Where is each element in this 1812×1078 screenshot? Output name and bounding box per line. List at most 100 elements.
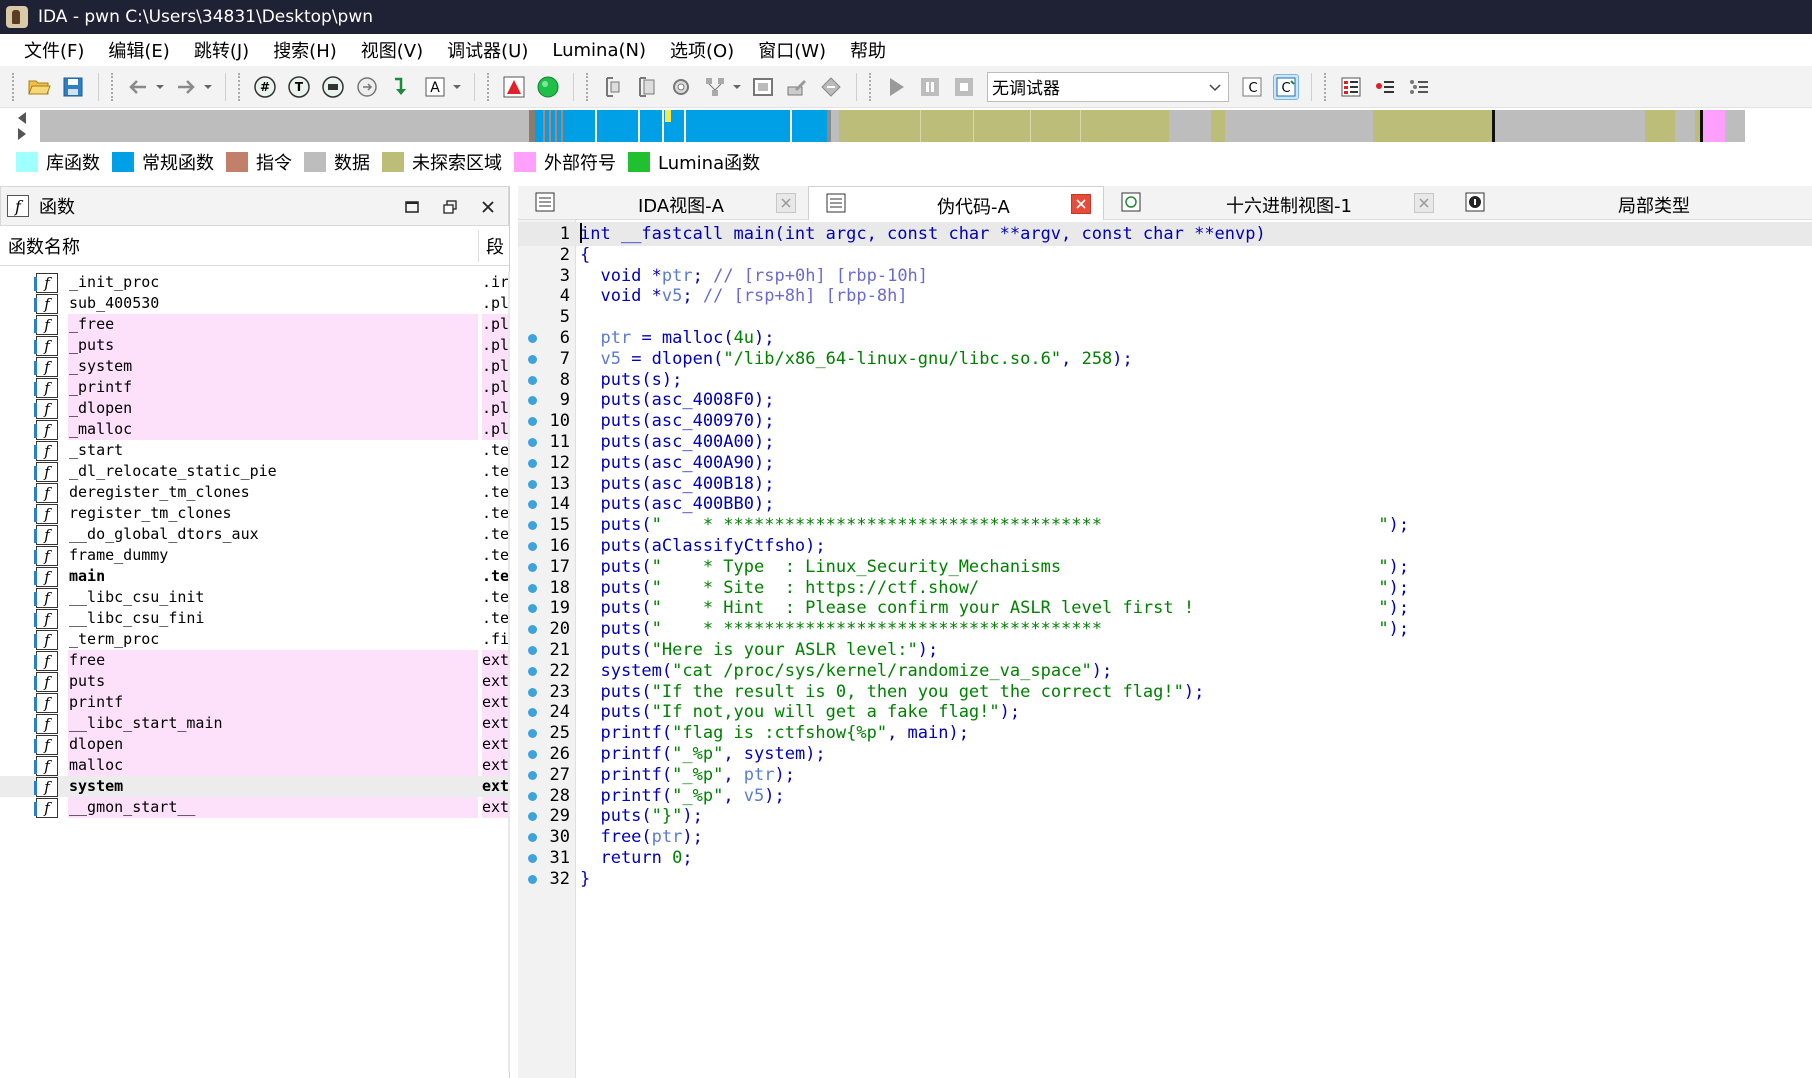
pseudocode-c-icon[interactable]: C <box>1273 73 1299 100</box>
toolbar-grip[interactable] <box>238 72 242 101</box>
diamond-icon[interactable] <box>818 74 844 100</box>
function-row[interactable]: f _puts .pl <box>0 335 510 356</box>
hex-number-icon[interactable]: # <box>252 74 278 100</box>
breakpoint-dot-icon[interactable] <box>528 354 537 364</box>
struct-icon-2[interactable] <box>634 74 660 100</box>
tab-pseudocode-a[interactable]: 伪代码-A <box>808 186 1104 220</box>
tab-close-icon[interactable] <box>1071 194 1091 214</box>
breakpoint-list-icon[interactable] <box>1338 74 1364 100</box>
toolbar-grip[interactable] <box>1324 72 1328 101</box>
tab-close-icon[interactable] <box>1414 193 1434 213</box>
tab-close-icon[interactable] <box>776 193 796 213</box>
graph-dropdown-icon[interactable] <box>732 74 742 100</box>
function-row[interactable]: f deregister_tm_clones .te <box>0 482 510 503</box>
patch-icon[interactable] <box>784 74 810 100</box>
function-row[interactable]: f _printf .pl <box>0 377 510 398</box>
jump-down-icon[interactable] <box>388 74 414 100</box>
menu-search[interactable]: 搜索(H) <box>261 37 349 63</box>
breakpoint-dot-icon[interactable] <box>528 417 537 427</box>
breakpoint-dot-icon[interactable] <box>528 458 537 468</box>
gear-struct-icon[interactable] <box>668 74 694 100</box>
menu-help[interactable]: 帮助 <box>838 37 898 63</box>
toolbar-grip[interactable] <box>12 72 16 101</box>
back-dropdown-icon[interactable] <box>155 74 165 100</box>
pause-icon[interactable] <box>917 74 943 100</box>
graph-nodes-icon[interactable] <box>702 74 728 100</box>
breakpoint-dot-icon[interactable] <box>528 583 537 593</box>
float-window-icon[interactable] <box>436 195 464 219</box>
struct-icon-1[interactable] <box>600 74 626 100</box>
function-row[interactable]: f _start .te <box>0 440 510 461</box>
font-a-icon[interactable]: A <box>422 74 448 100</box>
function-row[interactable]: f _free .pl <box>0 314 510 335</box>
toolbar-grip[interactable] <box>586 72 590 101</box>
function-row[interactable]: f _dlopen .pl <box>0 398 510 419</box>
back-arrow-icon[interactable] <box>125 74 151 100</box>
breakpoint-dot-icon[interactable] <box>528 791 537 801</box>
nav-scroll-arrows[interactable] <box>16 110 30 142</box>
functions-scrollbar[interactable] <box>508 272 510 1072</box>
breakpoint-dot-icon[interactable] <box>528 729 537 739</box>
function-row[interactable]: f dlopen ext <box>0 734 510 755</box>
breakpoint-dot-icon[interactable] <box>528 625 537 635</box>
function-row[interactable]: f _init_proc .ir <box>0 272 510 293</box>
forward-dropdown-icon[interactable] <box>203 74 213 100</box>
function-row[interactable]: f printf ext <box>0 692 510 713</box>
function-row[interactable]: f _term_proc .fi <box>0 629 510 650</box>
function-row[interactable]: f frame_dummy .te <box>0 545 510 566</box>
maximize-icon[interactable] <box>398 195 426 219</box>
menu-debugger[interactable]: 调试器(U) <box>435 37 540 63</box>
function-row[interactable]: f system ext <box>0 776 510 797</box>
function-row[interactable]: f __libc_start_main ext <box>0 713 510 734</box>
menu-lumina[interactable]: Lumina(N) <box>540 40 658 61</box>
breakpoint-dot-icon[interactable] <box>528 334 537 343</box>
open-folder-icon[interactable] <box>26 74 52 100</box>
debugger-select[interactable]: 无调试器 <box>987 71 1229 102</box>
function-row[interactable]: f puts ext <box>0 671 510 692</box>
binary-data-icon[interactable] <box>320 74 346 100</box>
red-triangle-icon[interactable] <box>501 74 527 100</box>
function-row[interactable]: f __do_global_dtors_aux .te <box>0 524 510 545</box>
pseudocode-view[interactable]: 1 int __fastcall main(int argc, const cha… <box>518 220 1812 1078</box>
convert-icon[interactable] <box>354 74 380 100</box>
breakpoint-dot-icon[interactable] <box>528 562 537 572</box>
stop-icon[interactable] <box>951 74 977 100</box>
function-row[interactable]: f register_tm_clones .te <box>0 503 510 524</box>
breakpoint-dot-icon[interactable] <box>528 438 537 447</box>
green-circle-icon[interactable] <box>535 74 561 100</box>
decompile-c-icon[interactable]: C <box>1239 74 1265 100</box>
function-row[interactable]: f main .te <box>0 566 510 587</box>
breakpoint-dot-icon[interactable] <box>528 812 537 822</box>
menu-options[interactable]: 选项(O) <box>658 37 746 63</box>
menu-view[interactable]: 视图(V) <box>349 37 435 63</box>
breakpoint-dot-icon[interactable] <box>528 479 537 489</box>
breakpoint-dot-icon[interactable] <box>528 604 537 614</box>
function-row[interactable]: f sub_400530 .pl <box>0 293 510 314</box>
tab-hex-view-1[interactable]: 十六进制视图-1 <box>1104 186 1448 220</box>
toolbar-grip[interactable] <box>869 72 873 101</box>
function-row[interactable]: f __libc_csu_init .te <box>0 587 510 608</box>
menu-file[interactable]: 文件(F) <box>12 37 96 63</box>
add-breakpoint-icon[interactable] <box>1372 74 1398 100</box>
close-icon[interactable] <box>474 195 502 219</box>
breakpoint-dot-icon[interactable] <box>528 770 537 780</box>
function-row[interactable]: f __libc_csu_fini .te <box>0 608 510 629</box>
run-play-icon[interactable] <box>883 74 909 100</box>
breakpoint-dot-icon[interactable] <box>528 666 537 676</box>
toolbar-grip[interactable] <box>487 72 491 101</box>
column-segment[interactable]: 段 <box>486 233 504 259</box>
tab-ida-view-a[interactable]: IDA视图-A <box>518 186 808 220</box>
breakpoint-dot-icon[interactable] <box>528 708 537 718</box>
breakpoint-dot-icon[interactable] <box>528 500 537 510</box>
forward-arrow-icon[interactable] <box>173 74 199 100</box>
breakpoint-dot-icon[interactable] <box>528 646 537 655</box>
function-row[interactable]: f malloc ext <box>0 755 510 776</box>
breakpoint-dot-icon[interactable] <box>528 750 537 759</box>
menu-edit[interactable]: 编辑(E) <box>96 37 181 63</box>
tab-local-types[interactable]: 局部类型 <box>1448 186 1812 220</box>
menu-windows[interactable]: 窗口(W) <box>746 37 838 63</box>
breakpoint-dot-icon[interactable] <box>528 375 537 385</box>
breakpoint-dot-icon[interactable] <box>528 542 537 551</box>
menu-jump[interactable]: 跳转(J) <box>182 37 261 63</box>
breakpoint-dot-icon[interactable] <box>528 687 537 697</box>
